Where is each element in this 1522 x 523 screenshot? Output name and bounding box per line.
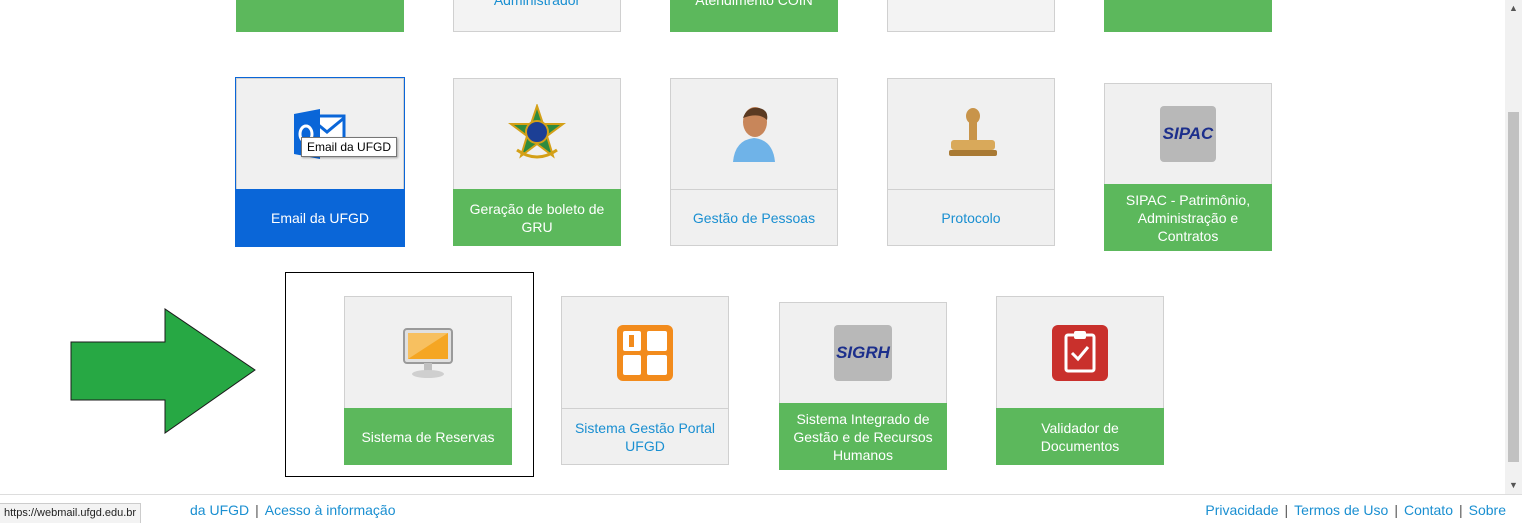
tile-sipac[interactable]: SIPAC SIPAC - Patrimônio, Administração … xyxy=(1104,83,1272,251)
tile-image xyxy=(561,296,729,408)
top-tile-1[interactable] xyxy=(236,0,404,32)
tile-label: Sistema de Reservas xyxy=(344,408,512,465)
footer-separator: | xyxy=(1459,502,1463,518)
top-tile-5[interactable] xyxy=(1104,0,1272,32)
tile-gestao-portal[interactable]: Sistema Gestão Portal UFGD xyxy=(561,296,729,465)
footer-left: da UFGD | Acesso à informação xyxy=(190,502,396,518)
top-tile-3-label: Atendimento COIN xyxy=(695,0,813,8)
tile-label: Gestão de Pessoas xyxy=(670,189,838,246)
computer-monitor-icon xyxy=(403,327,453,378)
green-arrow-icon xyxy=(70,308,256,434)
footer-link-termos[interactable]: Termos de Uso xyxy=(1294,502,1388,518)
tile-image xyxy=(996,296,1164,408)
scrollbar-thumb[interactable] xyxy=(1508,112,1519,462)
tile-label: Validador de Documentos xyxy=(996,408,1164,465)
tile-image xyxy=(236,78,404,189)
person-icon xyxy=(733,107,775,162)
scroll-down-arrow-icon[interactable]: ▼ xyxy=(1505,477,1522,494)
tile-image xyxy=(453,78,621,189)
sipac-logo-text: SIPAC xyxy=(1162,124,1214,143)
footer-link-acesso-informacao[interactable]: Acesso à informação xyxy=(265,502,396,518)
top-tile-4[interactable] xyxy=(887,0,1055,32)
footer-link-contato[interactable]: Contato xyxy=(1404,502,1453,518)
top-tile-2-label: Administrador xyxy=(493,0,581,8)
tile-label: SIPAC - Patrimônio, Administração e Cont… xyxy=(1104,184,1272,251)
tile-email-ufgd[interactable]: Email da UFGD xyxy=(235,77,405,247)
tile-validador[interactable]: Validador de Documentos xyxy=(996,296,1164,465)
sipac-logo-icon: SIPAC xyxy=(1160,106,1216,162)
scroll-up-arrow-icon[interactable]: ▲ xyxy=(1505,0,1522,17)
status-bar-url: https://webmail.ufgd.edu.br xyxy=(0,503,142,523)
tile-image xyxy=(344,296,512,408)
tooltip: Email da UFGD xyxy=(301,137,398,157)
brazil-coat-of-arms-icon xyxy=(508,104,566,159)
top-tile-3[interactable]: Atendimento COIN xyxy=(670,0,838,32)
tile-image: SIPAC xyxy=(1104,83,1272,184)
footer-right: Privacidade | Termos de Uso | Contato | Sobre xyxy=(1205,502,1506,518)
footer: da UFGD | Acesso à informação Privacidade |… xyxy=(0,494,1522,523)
rubber-stamp-icon xyxy=(949,108,997,156)
tile-gestao-pessoas[interactable]: Gestão de Pessoas xyxy=(670,78,838,246)
top-tile-2[interactable]: Administrador xyxy=(453,0,621,32)
tile-gru[interactable]: Geração de boleto de GRU xyxy=(453,78,621,246)
clipboard-check-icon xyxy=(1052,324,1108,381)
tile-image xyxy=(887,78,1055,189)
footer-link-sobre[interactable]: Sobre xyxy=(1469,502,1506,518)
portal-logo-icon xyxy=(617,324,673,381)
vertical-scrollbar[interactable]: ▲ ▼ xyxy=(1505,0,1522,494)
footer-separator: | xyxy=(255,502,259,518)
tile-sistema-reservas[interactable]: Sistema de Reservas xyxy=(344,296,512,465)
tile-protocolo[interactable]: Protocolo xyxy=(887,78,1055,246)
footer-separator: | xyxy=(1284,502,1289,518)
tile-image: SIGRH xyxy=(779,302,947,403)
tile-label: Protocolo xyxy=(887,189,1055,246)
tile-label: Sistema Integrado de Gestão e de Recurso… xyxy=(779,403,947,470)
tile-label: Email da UFGD xyxy=(236,189,404,246)
tile-label: Sistema Gestão Portal UFGD xyxy=(561,408,729,465)
tile-image xyxy=(670,78,838,189)
footer-separator: | xyxy=(1394,502,1398,518)
tile-label: Geração de boleto de GRU xyxy=(453,189,621,246)
footer-link-ufgd[interactable]: da UFGD xyxy=(190,502,249,518)
footer-link-privacidade[interactable]: Privacidade xyxy=(1205,502,1278,518)
tile-sigrh[interactable]: SIGRH Sistema Integrado de Gestão e de R… xyxy=(779,302,947,470)
sigrh-logo-icon: SIGRH xyxy=(834,325,892,381)
sigrh-logo-text: SIGRH xyxy=(836,343,890,362)
